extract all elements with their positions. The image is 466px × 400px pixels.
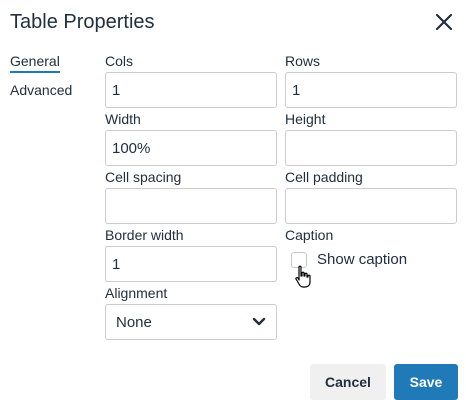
alignment-label: Alignment bbox=[105, 285, 168, 301]
rows-label: Rows bbox=[285, 53, 321, 69]
rows-field: Rows bbox=[285, 53, 457, 108]
alignment-select[interactable]: None bbox=[105, 304, 277, 340]
height-field: Height bbox=[285, 111, 457, 166]
close-icon bbox=[435, 13, 453, 31]
show-caption-label: Show caption bbox=[317, 251, 408, 268]
cols-label: Cols bbox=[105, 53, 134, 69]
cols-field: Cols bbox=[105, 53, 277, 108]
alignment-field: Alignment None bbox=[105, 285, 277, 340]
alignment-value: None bbox=[116, 313, 152, 331]
width-field: Width bbox=[105, 111, 277, 166]
border-width-field: Border width bbox=[105, 227, 277, 282]
rows-input[interactable] bbox=[285, 72, 457, 108]
table-properties-dialog: Table Properties General Advanced Cols R… bbox=[0, 0, 466, 400]
cancel-button[interactable]: Cancel bbox=[310, 364, 386, 400]
chevron-down-icon bbox=[252, 317, 266, 326]
save-button[interactable]: Save bbox=[394, 364, 458, 400]
cell-spacing-label: Cell spacing bbox=[105, 169, 182, 185]
width-label: Width bbox=[105, 111, 141, 127]
hand-cursor-icon bbox=[295, 265, 311, 288]
cell-padding-label: Cell padding bbox=[285, 169, 363, 185]
height-input[interactable] bbox=[285, 130, 457, 166]
height-label: Height bbox=[285, 111, 326, 127]
tab-advanced[interactable]: Advanced bbox=[10, 81, 72, 99]
cell-spacing-input[interactable] bbox=[105, 188, 277, 224]
border-width-label: Border width bbox=[105, 227, 184, 243]
cell-spacing-field: Cell spacing bbox=[105, 169, 277, 224]
border-width-input[interactable] bbox=[105, 246, 277, 282]
cell-padding-input[interactable] bbox=[285, 188, 457, 224]
caption-field: Caption Show caption bbox=[285, 227, 407, 268]
cols-input[interactable] bbox=[105, 72, 277, 108]
width-input[interactable] bbox=[105, 130, 277, 166]
cell-padding-field: Cell padding bbox=[285, 169, 457, 224]
caption-label: Caption bbox=[285, 227, 334, 243]
tab-general[interactable]: General bbox=[10, 52, 60, 73]
close-button[interactable] bbox=[430, 8, 458, 36]
dialog-title: Table Properties bbox=[10, 11, 155, 33]
tab-list: General Advanced bbox=[10, 52, 72, 109]
